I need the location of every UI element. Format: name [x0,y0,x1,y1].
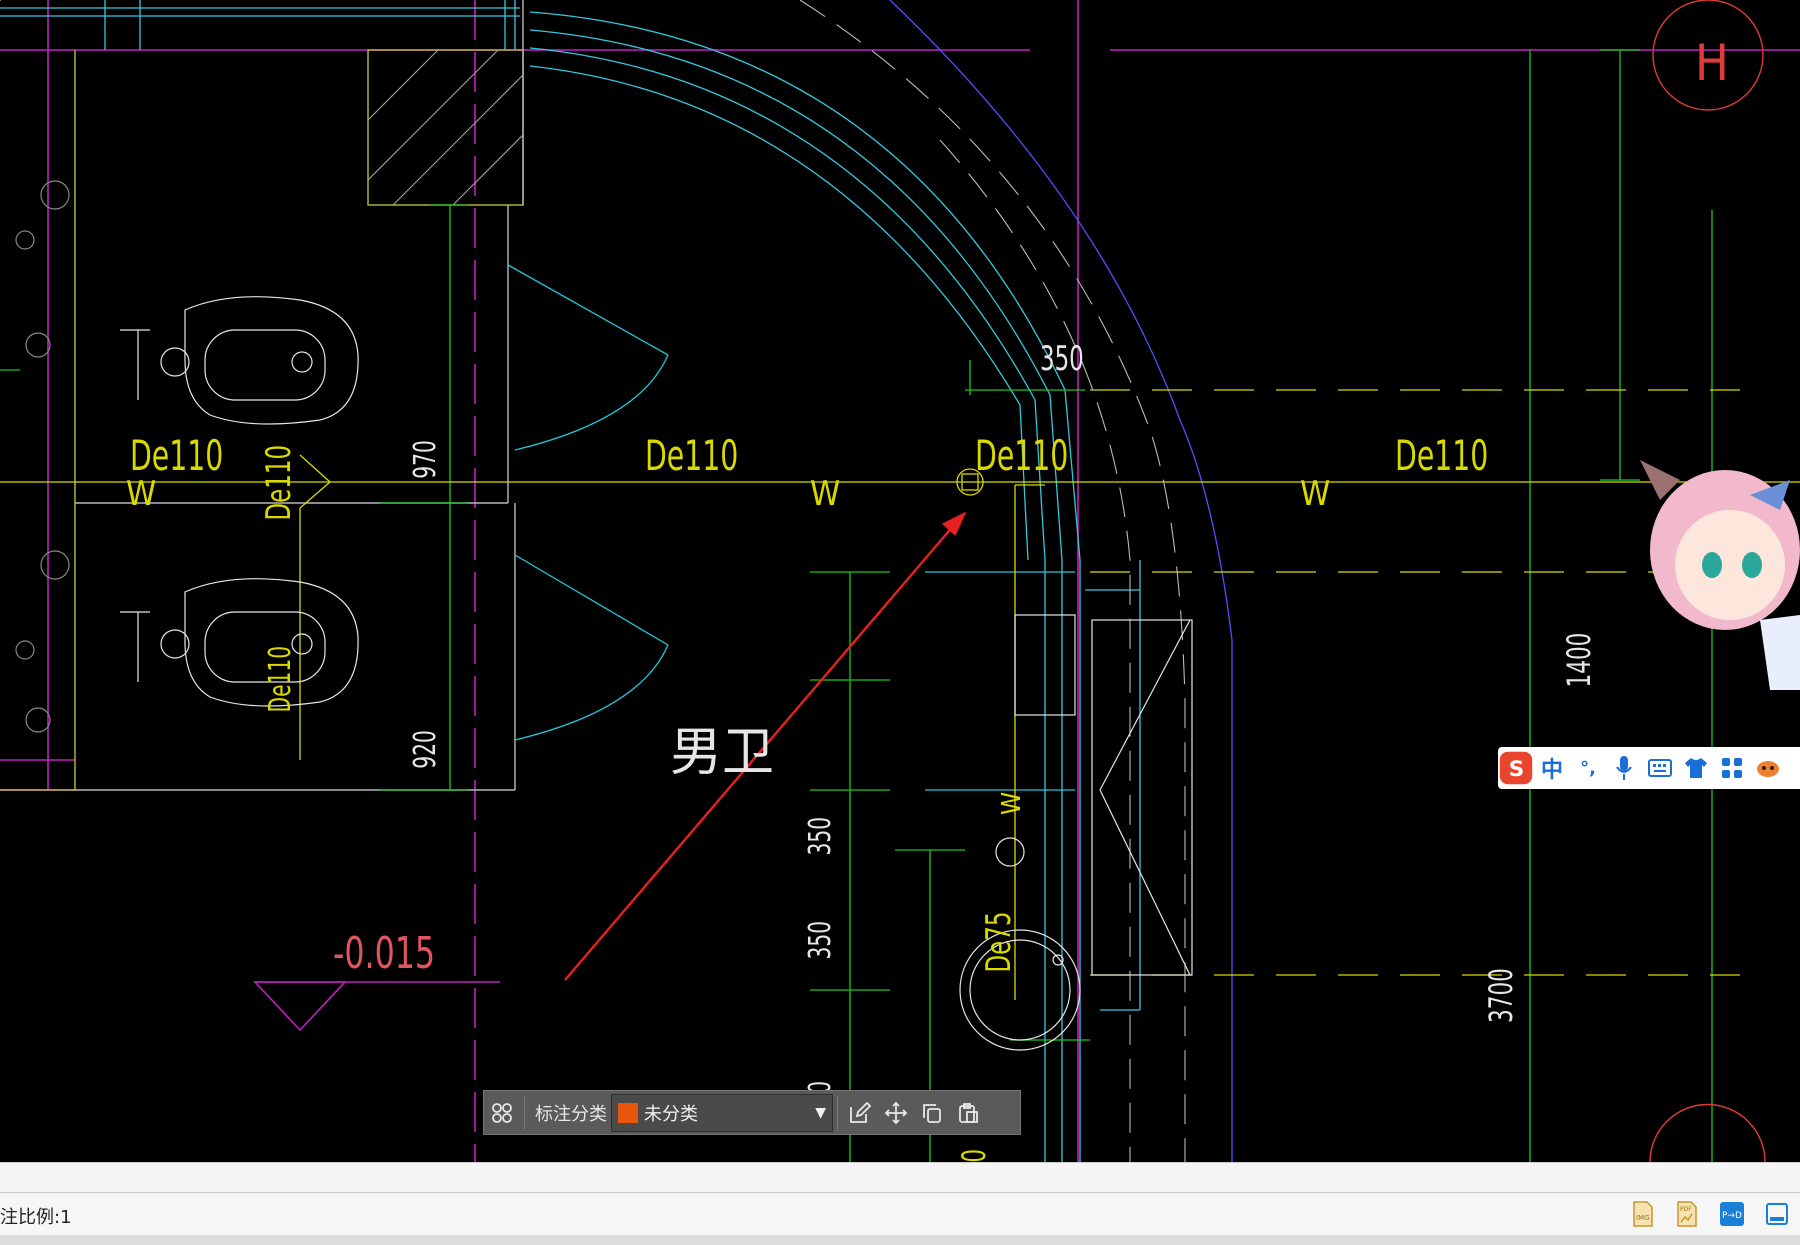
svg-text:W: W [810,474,840,514]
svg-text:De110: De110 [1395,432,1488,481]
status-bar: 注比例:1 IMG PDF P→D [0,1192,1800,1236]
mascot-widget[interactable] [1640,440,1800,690]
svg-text:W: W [126,474,156,514]
sogou-logo-icon[interactable]: S [1498,750,1534,786]
svg-text:970: 970 [408,440,443,479]
svg-text:De50: De50 [956,1149,993,1162]
svg-text:W: W [997,792,1027,815]
panel-toggle-icon[interactable] [1762,1199,1792,1229]
image-export-icon[interactable]: IMG [1628,1199,1658,1229]
chevron-down-icon: ▼ [815,1104,826,1121]
ime-toolbar[interactable]: S 中 °, [1498,747,1800,789]
svg-text:De110: De110 [975,432,1068,481]
svg-text:H: H [1695,34,1729,92]
svg-text:De110: De110 [259,445,299,521]
svg-text:男卫: 男卫 [670,723,774,783]
category-label: 标注分类 [535,1103,607,1125]
svg-text:350: 350 [1040,339,1084,379]
toolbox-grid-icon[interactable] [1714,750,1750,786]
annotation-scale-text: 注比例:1 [0,1207,72,1228]
svg-text:P→D: P→D [1722,1211,1742,1221]
svg-text:920: 920 [408,730,443,769]
move-icon[interactable] [878,1095,914,1131]
grid-menu-icon[interactable] [484,1095,520,1131]
category-color-swatch [618,1102,638,1123]
category-selected-value: 未分类 [644,1103,698,1125]
toolbar-divider [524,1095,525,1130]
svg-text:IMG: IMG [1636,1214,1650,1222]
svg-text:-0.015: -0.015 [333,928,435,979]
edit-icon[interactable] [842,1095,878,1131]
annotation-toolbar: 标注分类 未分类 ▼ [483,1090,1021,1135]
paste-icon[interactable] [950,1095,986,1131]
microphone-icon[interactable] [1606,750,1642,786]
copy-icon[interactable] [914,1095,950,1131]
skin-shirt-icon[interactable] [1678,750,1714,786]
svg-text:De75: De75 [979,912,1019,973]
ime-punct-toggle[interactable]: °, [1570,750,1606,786]
cad-drawing-canvas[interactable]: De110 De110 De110 De110 De110 De110 De75… [0,0,1800,1162]
svg-text:De110: De110 [645,432,738,481]
svg-text:De110: De110 [263,646,298,713]
svg-text:PDF: PDF [1680,1206,1692,1213]
svg-text:W: W [1300,474,1330,514]
p-to-d-icon[interactable]: P→D [1717,1199,1747,1229]
svg-text:De110: De110 [130,432,223,481]
svg-text:350: 350 [803,921,838,960]
keyboard-icon[interactable] [1642,750,1678,786]
bottom-strip [0,1235,1800,1245]
svg-text:S: S [1509,757,1525,782]
mascot-mini-icon[interactable] [1750,750,1786,786]
svg-text:3700: 3700 [1483,968,1520,1023]
ime-mode-toggle[interactable]: 中 [1534,750,1570,786]
svg-text:1400: 1400 [1561,633,1598,688]
category-select[interactable]: 未分类 ▼ [611,1093,833,1132]
svg-text:350: 350 [803,817,838,856]
toolbar-divider [837,1095,838,1130]
horizontal-scroll-area[interactable] [0,1162,1800,1193]
pdf-export-icon[interactable]: PDF [1672,1199,1702,1229]
